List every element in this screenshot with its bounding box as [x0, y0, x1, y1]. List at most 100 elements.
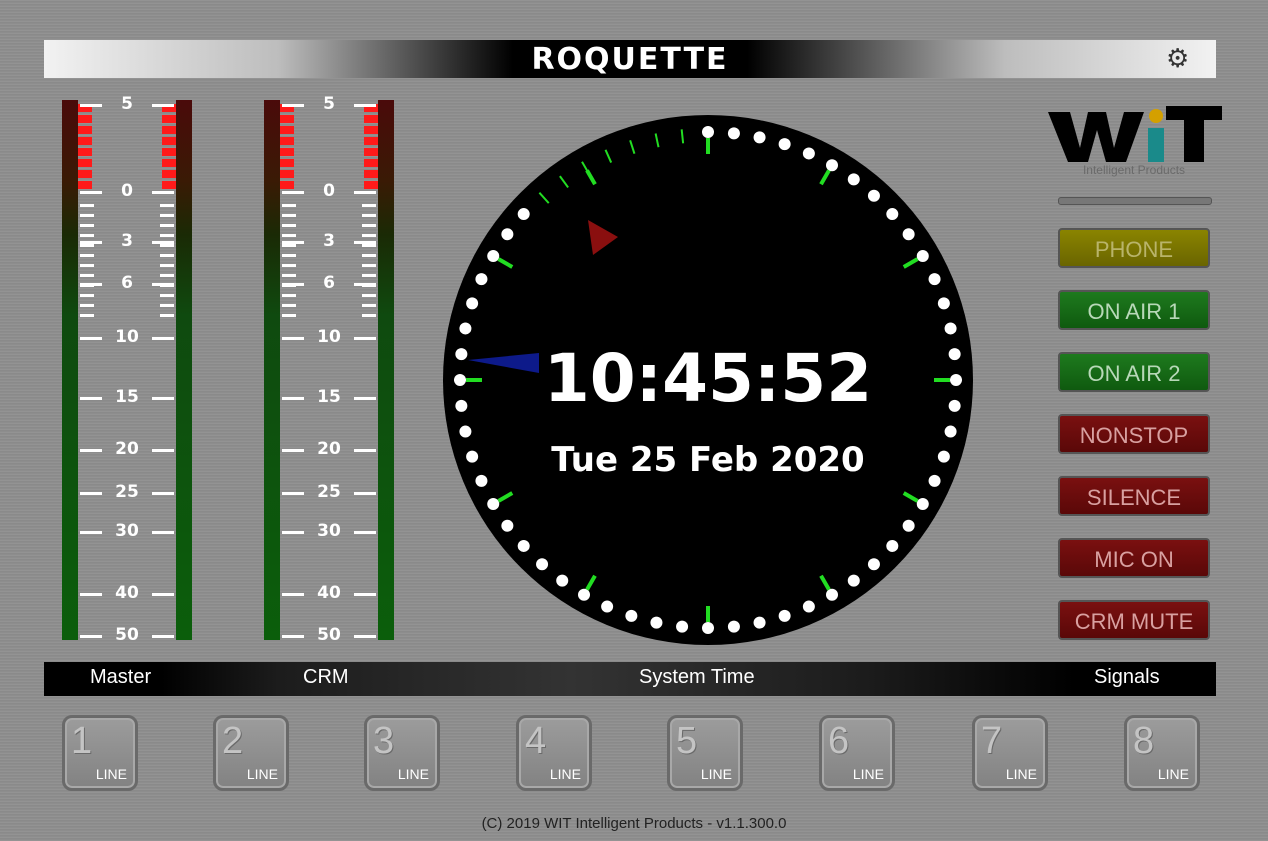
- clock-time: 10:45:52: [543, 340, 873, 417]
- second-dot: [886, 208, 899, 221]
- meter-tick: [80, 635, 102, 638]
- meter-minor-tick: [282, 224, 296, 227]
- meter-minor-tick: [282, 294, 296, 297]
- meter-master: 5 0 3 6 10 15 20 25 30 40 50: [62, 94, 192, 645]
- meter-tick: [282, 397, 304, 400]
- line-number: 7: [981, 720, 1003, 762]
- crm-label: CRM: [303, 666, 349, 688]
- meter-minor-tick: [282, 274, 296, 277]
- meter-tick: [80, 492, 102, 495]
- signal-crm-mute-button[interactable]: CRM MUTE: [1058, 600, 1210, 640]
- meter-minor-tick: [160, 284, 174, 287]
- signal-on-air-1-button[interactable]: ON AIR 1: [1058, 290, 1210, 330]
- meter-tick: [80, 449, 102, 452]
- line-button-7[interactable]: 7 LINE: [972, 715, 1048, 791]
- second-dot: [867, 558, 880, 571]
- line-tag: LINE: [95, 766, 127, 782]
- meter-minor-tick: [362, 244, 376, 247]
- meter-crm-left-bar: [264, 100, 294, 640]
- meter-tick: [282, 449, 304, 452]
- second-dot: [802, 600, 815, 613]
- meter-tick: [80, 191, 102, 194]
- meter-minor-tick: [80, 254, 94, 257]
- line-tag: LINE: [700, 766, 732, 782]
- signal-on-air-2-button[interactable]: ON AIR 2: [1058, 352, 1210, 392]
- meter-crm-right-bar: [364, 100, 394, 640]
- meter-tick: [354, 531, 376, 534]
- line-button-4[interactable]: 4 LINE: [516, 715, 592, 791]
- second-dot: [556, 574, 569, 587]
- meter-tick: [80, 593, 102, 596]
- second-dot: [459, 322, 472, 335]
- second-mark: [604, 149, 613, 163]
- second-dot: [753, 131, 766, 144]
- signal-phone-button[interactable]: PHONE: [1058, 228, 1210, 268]
- meter-master-right-bar: [162, 100, 192, 640]
- hour-tick: [819, 574, 831, 591]
- line-button-5[interactable]: 5 LINE: [667, 715, 743, 791]
- second-dot: [466, 297, 479, 310]
- title-bar: ROQUETTE ⚙: [44, 40, 1216, 78]
- minute-hand-marker: [588, 220, 618, 255]
- gear-icon[interactable]: ⚙: [1166, 46, 1192, 72]
- line-tag: LINE: [549, 766, 581, 782]
- signal-silence-button[interactable]: SILENCE: [1058, 476, 1210, 516]
- meter-minor-tick: [80, 244, 94, 247]
- line-tag: LINE: [1157, 766, 1189, 782]
- meter-minor-tick: [80, 274, 94, 277]
- second-dot: [487, 250, 500, 262]
- second-dot: [601, 600, 614, 613]
- meter-minor-tick: [160, 314, 174, 317]
- meter-minor-tick: [80, 204, 94, 207]
- line-tag: LINE: [1005, 766, 1037, 782]
- meter-minor-tick: [160, 264, 174, 267]
- meter-minor-tick: [282, 304, 296, 307]
- hour-tick: [902, 257, 919, 269]
- second-dot: [487, 498, 500, 510]
- line-number: 4: [525, 720, 547, 762]
- meter-minor-tick: [282, 264, 296, 267]
- second-dot: [826, 588, 838, 601]
- meter-tick: [152, 397, 174, 400]
- meter-master-scale: 5 0 3 6 10 15 20 25 30 40 50: [78, 94, 176, 645]
- meter-tick: [152, 531, 174, 534]
- meter-tick: [354, 635, 376, 638]
- second-dot: [753, 616, 766, 629]
- second-mark: [654, 133, 660, 148]
- master-label: Master: [90, 666, 152, 688]
- line-button-6[interactable]: 6 LINE: [819, 715, 895, 791]
- second-dot: [501, 519, 514, 532]
- second-dot: [650, 616, 663, 629]
- second-dot: [727, 620, 740, 633]
- meter-tick: [152, 449, 174, 452]
- meter-minor-tick: [362, 314, 376, 317]
- meter-crm: 5 0 3 6 10 15 20 25 30 40 50: [264, 94, 394, 645]
- second-dot: [902, 228, 915, 241]
- meter-tick: [354, 337, 376, 340]
- line-button-3[interactable]: 3 LINE: [364, 715, 440, 791]
- signal-indicator-slot: [1058, 197, 1212, 205]
- signal-mic-on-button[interactable]: MIC ON: [1058, 538, 1210, 578]
- system-time-label: System Time: [639, 666, 755, 688]
- meter-tick: [282, 635, 304, 638]
- meter-tick: [282, 593, 304, 596]
- meter-minor-tick: [160, 244, 174, 247]
- meter-minor-tick: [80, 234, 94, 237]
- meter-minor-tick: [80, 264, 94, 267]
- signal-nonstop-button[interactable]: NONSTOP: [1058, 414, 1210, 454]
- line-button-2[interactable]: 2 LINE: [213, 715, 289, 791]
- second-dot: [847, 173, 860, 186]
- meter-minor-tick: [160, 274, 174, 277]
- second-dot: [902, 519, 915, 532]
- meter-minor-tick: [362, 264, 376, 267]
- second-dot: [916, 250, 929, 262]
- line-button-1[interactable]: 1 LINE: [62, 715, 138, 791]
- second-dot: [536, 558, 549, 571]
- meter-tick: [354, 397, 376, 400]
- line-button-8[interactable]: 8 LINE: [1124, 715, 1200, 791]
- meter-minor-tick: [362, 254, 376, 257]
- meter-crm-scale: 5 0 3 6 10 15 20 25 30 40 50: [280, 94, 378, 645]
- meter-tick: [354, 593, 376, 596]
- line-tag: LINE: [246, 766, 278, 782]
- hour-tick: [497, 491, 514, 503]
